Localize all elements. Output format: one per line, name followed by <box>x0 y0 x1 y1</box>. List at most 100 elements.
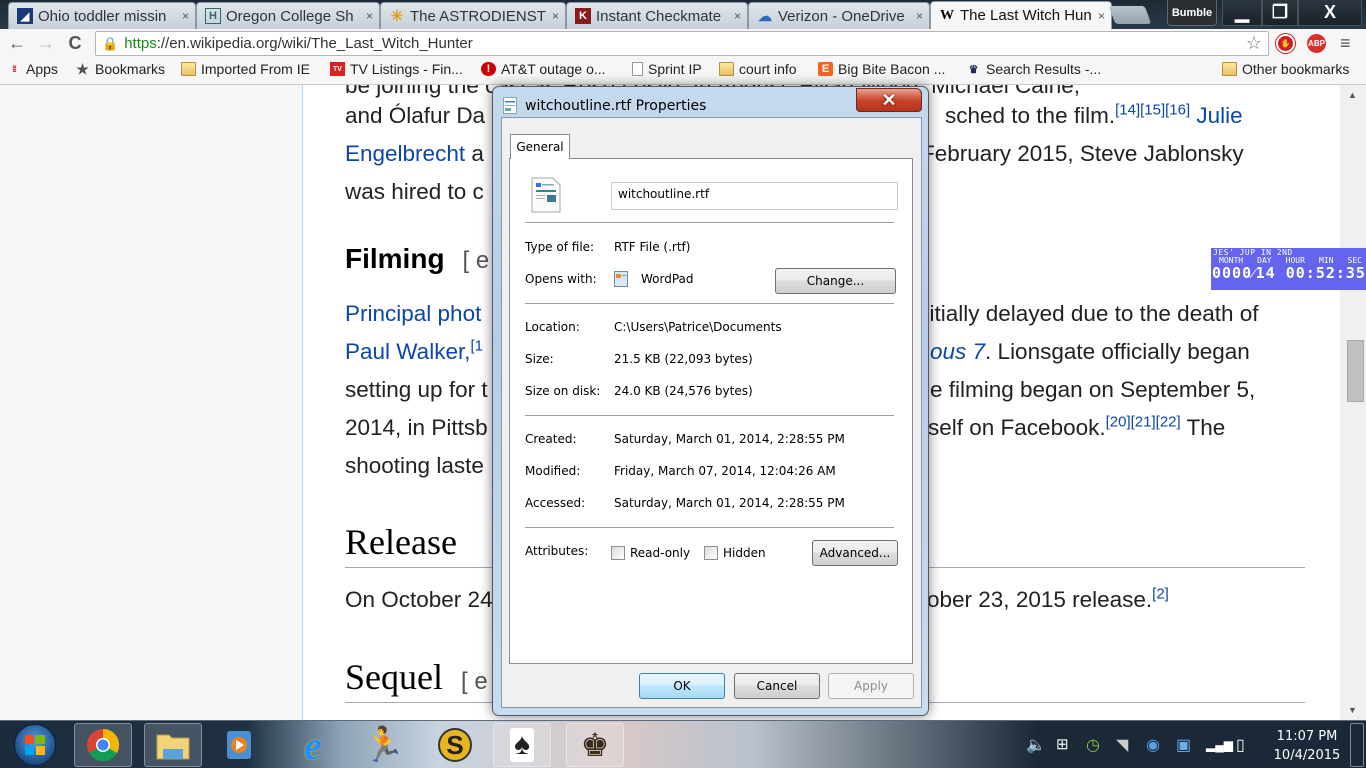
windows-logo-icon <box>25 735 45 755</box>
article-paragraph: shooting laste <box>345 453 484 478</box>
furious-7-link[interactable]: ous 7 <box>930 339 985 364</box>
citation-link[interactable]: [14][15][16] <box>1115 102 1190 119</box>
bookmark-big-bite-bacon[interactable]: E Big Bite Bacon ... <box>818 61 945 77</box>
taskbar-slingbox[interactable]: S <box>426 723 484 767</box>
windows-tray-icon[interactable]: ⊞ <box>1056 735 1069 753</box>
created-value: Saturday, March 01, 2014, 2:28:55 PM <box>614 432 845 446</box>
taskbar-chess[interactable]: ♚ <box>566 723 624 767</box>
chess-king-icon: ♚ <box>580 727 610 763</box>
bookmark-sprint-ip[interactable]: Sprint IP <box>632 61 702 77</box>
system-clock[interactable]: 11:07 PM 10/4/2015 <box>1272 727 1342 765</box>
tab-close-icon[interactable]: × <box>552 9 559 23</box>
tab-oregon-college[interactable]: H Oregon College Sh × <box>196 2 380 29</box>
cancel-button[interactable]: Cancel <box>734 673 820 699</box>
tab-close-icon[interactable]: × <box>1098 9 1105 23</box>
new-tab-button[interactable] <box>1108 6 1152 24</box>
tab-last-witch-hunter[interactable]: W The Last Witch Hun × <box>930 1 1112 29</box>
address-bar[interactable]: 🔒 https://en.wikipedia.org/wiki/The_Last… <box>95 31 1269 56</box>
tab-astrodienst[interactable]: ✳ The ASTRODIENST × <box>380 2 566 29</box>
tab-close-icon[interactable]: × <box>916 9 923 23</box>
restore-button[interactable]: ❐ <box>1262 0 1298 26</box>
citation-link[interactable]: [20][21][22] <box>1106 414 1181 431</box>
taskbar-aim[interactable]: 🏃 <box>355 723 413 767</box>
browser-tab-strip: ◢ Ohio toddler missin × H Oregon College… <box>0 0 1366 29</box>
news-flag-icon: ◢ <box>17 8 33 24</box>
size-on-disk-label: Size on disk: <box>525 384 601 398</box>
citation-link[interactable]: [2] <box>1152 586 1169 603</box>
other-bookmarks[interactable]: Other bookmarks <box>1222 61 1349 77</box>
speaker-tray-icon[interactable]: ◥ <box>1116 735 1128 755</box>
stop-sign-extension-icon[interactable]: ✋ <box>1276 34 1295 53</box>
hidden-label[interactable]: Hidden <box>723 546 766 560</box>
bookmark-imported-from-ie[interactable]: Imported From IE <box>181 61 310 77</box>
rtf-document-icon <box>531 177 561 213</box>
tv-guide-icon: TV <box>330 62 345 76</box>
bookmark-tv-listings[interactable]: TV TV Listings - Fin... <box>330 61 463 77</box>
dialog-close-button[interactable]: ✕ <box>856 88 922 112</box>
read-only-label[interactable]: Read-only <box>630 546 690 560</box>
taskbar-solitaire[interactable]: ♠ <box>493 723 551 767</box>
modified-value: Friday, March 07, 2014, 12:04:26 AM <box>614 464 836 478</box>
volume-icon[interactable]: 🔈 <box>1026 735 1046 755</box>
ok-button[interactable]: OK <box>639 673 725 699</box>
change-button[interactable]: Change... <box>775 268 896 294</box>
page-scrollbar[interactable]: ▲ ▼ <box>1340 85 1366 720</box>
close-icon: ✕ <box>881 89 897 110</box>
article-paragraph: was hired to c <box>345 179 484 204</box>
hidden-checkbox[interactable] <box>704 546 718 560</box>
tab-close-icon[interactable]: × <box>366 9 373 23</box>
bookmark-star-icon[interactable]: ☆ <box>1246 33 1262 54</box>
read-only-checkbox[interactable] <box>611 546 625 560</box>
forward-button[interactable]: → <box>35 32 57 54</box>
back-button[interactable]: ← <box>6 32 28 54</box>
start-button[interactable] <box>14 724 56 766</box>
bookmark-court-info[interactable]: court info <box>719 61 797 77</box>
close-window-button[interactable]: X <box>1298 0 1362 26</box>
chrome-menu-icon[interactable]: ≡ <box>1340 33 1351 54</box>
adblock-plus-icon[interactable]: ABP <box>1307 34 1326 53</box>
download-update-tray-icon[interactable]: ◉ <box>1146 735 1160 755</box>
tab-ohio-toddler[interactable]: ◢ Ohio toddler missin × <box>8 2 196 29</box>
tab-close-icon[interactable]: × <box>182 9 189 23</box>
tab-general[interactable]: General <box>510 134 570 159</box>
tab-close-icon[interactable]: × <box>734 9 741 23</box>
tab-verizon-onedrive[interactable]: ☁ Verizon - OneDrive × <box>748 2 930 29</box>
julie-engelbrecht-link[interactable]: Julie <box>1196 103 1242 128</box>
bookmark-att-outage[interactable]: ! AT&T outage o... <box>481 61 606 77</box>
advanced-button[interactable]: Advanced... <box>812 540 898 566</box>
edit-section-link[interactable]: [ e <box>463 247 490 274</box>
filename-field[interactable]: witchoutline.rtf <box>611 182 898 210</box>
countdown-gadget: JES' JUP IN 2ND MONTH DAY HOUR MIN SEC 0000⁄… <box>1211 248 1366 290</box>
profile-button[interactable]: Bumble <box>1167 0 1217 26</box>
principal-photography-link[interactable]: Principal phot <box>345 301 481 326</box>
reload-button[interactable]: C <box>64 32 86 54</box>
browser-toolbar: ← → C 🔒 https://en.wikipedia.org/wiki/Th… <box>0 29 1366 57</box>
show-desktop-button[interactable] <box>1350 723 1364 767</box>
engelbrecht-link[interactable]: Engelbrecht <box>345 141 465 166</box>
bookmark-bookmarks[interactable]: ★ Bookmarks <box>75 61 165 78</box>
display-tray-icon[interactable]: ▣ <box>1176 735 1191 755</box>
scrollbar-thumb[interactable] <box>1347 340 1364 402</box>
taskbar-media-player[interactable] <box>210 723 268 767</box>
clock-app-tray-icon[interactable]: ◷ <box>1086 735 1100 755</box>
h-letter-icon: H <box>205 8 221 24</box>
tab-instant-checkmate[interactable]: K Instant Checkmate × <box>566 2 748 29</box>
taskbar-internet-explorer[interactable]: e <box>284 723 342 768</box>
taskbar-file-explorer[interactable] <box>144 723 202 767</box>
battery-icon[interactable]: ▯ <box>1236 735 1245 755</box>
size-value: 21.5 KB (22,093 bytes) <box>614 352 753 366</box>
paul-walker-link[interactable]: Paul Walker, <box>345 339 470 364</box>
signal-strength-icon[interactable]: ▂▄▆ <box>1206 738 1233 752</box>
general-tab-panel: witchoutline.rtf Type of file: RTF File … <box>509 158 913 664</box>
bookmark-search-results[interactable]: ♛ Search Results -... <box>966 61 1102 77</box>
scroll-up-icon[interactable]: ▲ <box>1348 90 1357 100</box>
taskbar-chrome[interactable] <box>74 723 132 767</box>
apply-button[interactable]: Apply <box>828 673 914 699</box>
location-value: C:\Users\Patrice\Documents <box>614 320 782 334</box>
edit-section-link[interactable]: [ e <box>461 668 488 695</box>
back-arrow-icon: ← <box>8 32 26 53</box>
bookmark-apps[interactable]: ⁞⁞⁞ Apps <box>6 61 58 77</box>
scroll-down-icon[interactable]: ▼ <box>1348 705 1357 715</box>
minimize-button[interactable]: ▁ <box>1222 0 1262 26</box>
checkmate-icon: K <box>575 8 591 24</box>
